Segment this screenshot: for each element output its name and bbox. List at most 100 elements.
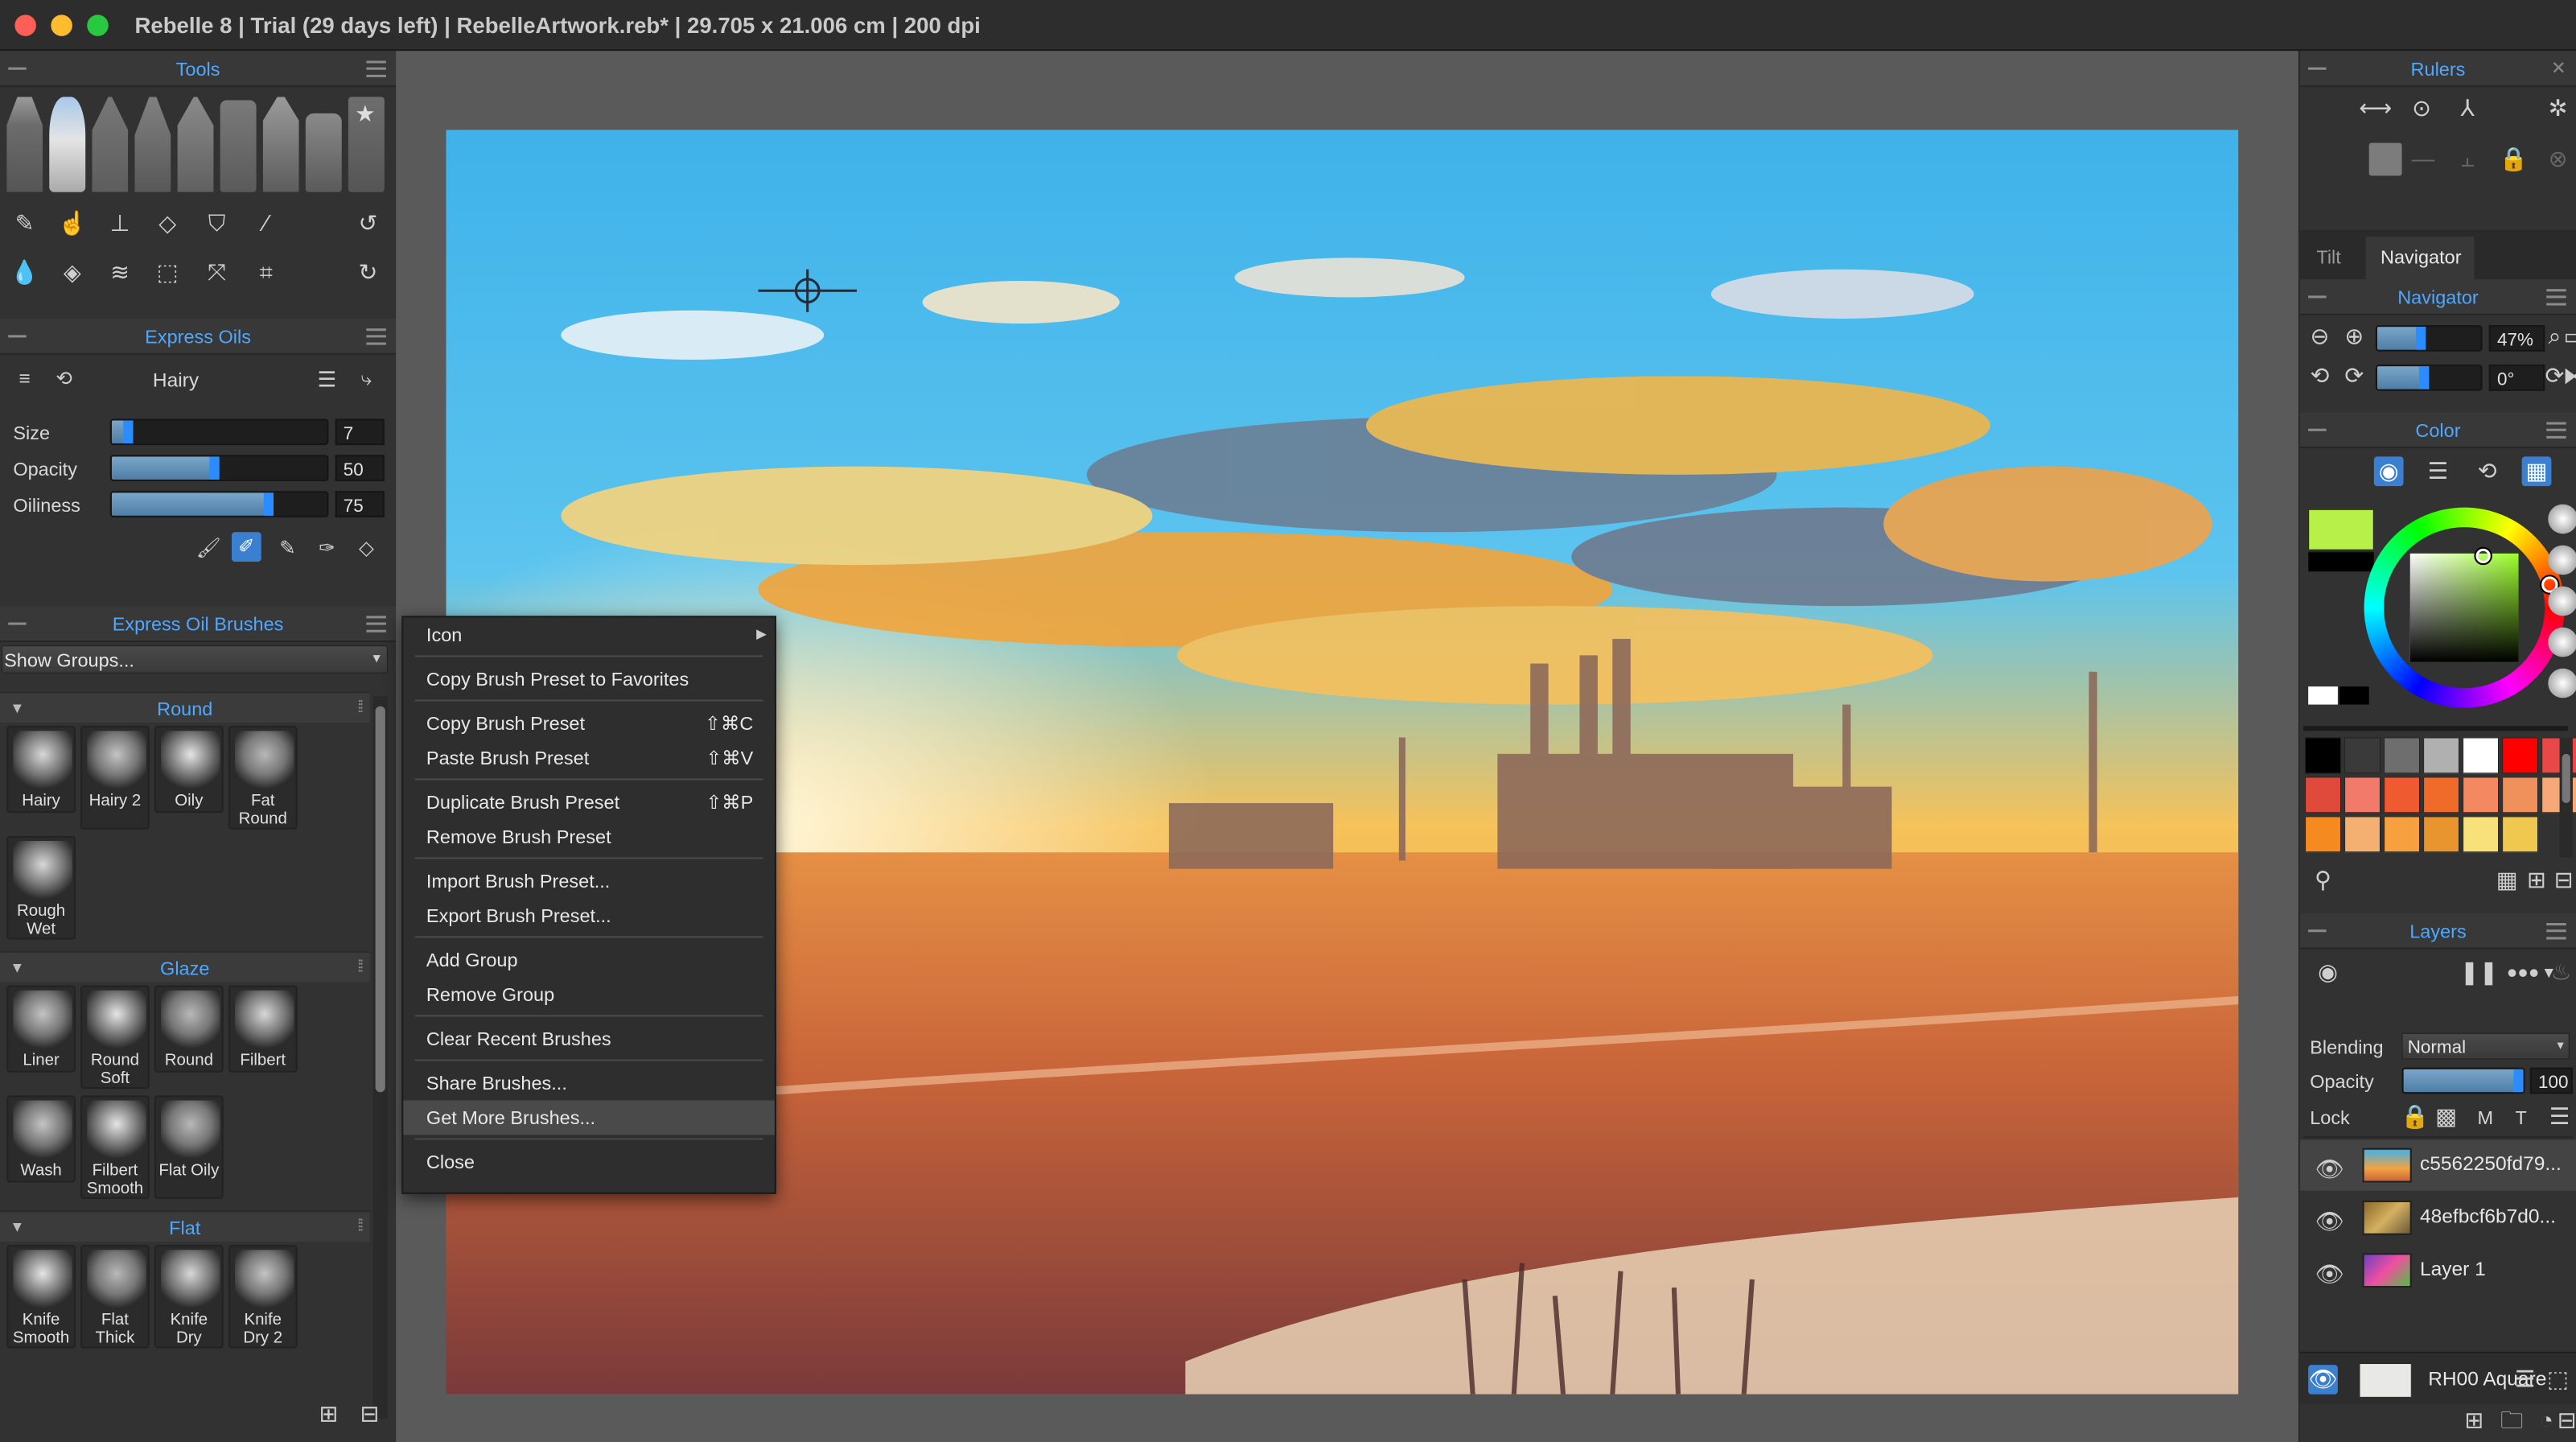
- eyedropper-icon[interactable]: ⁄: [251, 208, 281, 238]
- new-layer-icon[interactable]: ⊞: [2459, 1406, 2489, 1436]
- layer-options-icon[interactable]: ☰: [2545, 1102, 2574, 1132]
- palette-swatch[interactable]: [2423, 816, 2460, 853]
- brush-preset[interactable]: Liner: [6, 985, 76, 1073]
- layer-row[interactable]: 👁 c5562250fd79...: [2299, 1139, 2576, 1191]
- menu-item-get-more-brushes[interactable]: Get More Brushes...: [403, 1100, 775, 1135]
- menu-item-remove-group[interactable]: Remove Group: [403, 977, 775, 1011]
- palette-grid-icon[interactable]: ▦: [2492, 866, 2522, 896]
- palette-swatch[interactable]: [2463, 737, 2500, 774]
- menu-icon[interactable]: [2546, 923, 2566, 940]
- smudge-icon[interactable]: ☝: [57, 208, 87, 238]
- palette-swatch[interactable]: [2344, 737, 2381, 774]
- transform-icon[interactable]: ⤧: [202, 258, 232, 287]
- marker-tool[interactable]: [177, 97, 214, 192]
- palette-swatch[interactable]: [2384, 737, 2421, 774]
- sliders-icon[interactable]: ☰: [312, 365, 342, 394]
- layer-row[interactable]: 👁 48efbcf6b7d0...: [2300, 1193, 2576, 1243]
- palette-swatch[interactable]: [2463, 777, 2500, 814]
- lock-transparency-icon[interactable]: ▩: [2431, 1102, 2461, 1132]
- fill-bucket-icon[interactable]: ⛉: [202, 208, 232, 238]
- menu-item-remove-brush-preset[interactable]: Remove Brush Preset: [403, 819, 775, 854]
- color-picker-handle[interactable]: [2474, 546, 2492, 566]
- eye-icon[interactable]: 👁: [2315, 1155, 2344, 1184]
- palette-swatch[interactable]: [2305, 737, 2341, 774]
- drag-handle-icon[interactable]: ⁞⁞: [357, 698, 364, 716]
- mandala-icon[interactable]: ✲: [2543, 93, 2573, 123]
- scrollbar-thumb[interactable]: [375, 706, 385, 1093]
- menu-item-paste-brush-preset[interactable]: Paste Brush Preset ⇧⌘V: [403, 740, 775, 775]
- pause-drying-icon[interactable]: ❚❚: [2460, 958, 2499, 987]
- crop-icon[interactable]: ⌗: [251, 258, 281, 287]
- brush-preset[interactable]: Hairy: [6, 726, 76, 814]
- tracing-toggle[interactable]: T: [2515, 1107, 2526, 1130]
- rotation-slider-knob[interactable]: [2418, 366, 2430, 389]
- eyedropper-icon[interactable]: ⚲: [2308, 866, 2338, 896]
- palette-swatch[interactable]: [2423, 737, 2460, 774]
- blend-mode-icon[interactable]: ✐: [231, 532, 261, 562]
- menu-item-add-group[interactable]: Add Group: [403, 943, 775, 978]
- brush-preset[interactable]: Filbert: [228, 985, 298, 1073]
- drag-handle-icon[interactable]: ⁞⁞: [357, 1217, 364, 1235]
- secondary-color-swatch[interactable]: [2308, 551, 2374, 572]
- menu-item-copy-to-favorites[interactable]: Copy Brush Preset to Favorites: [403, 662, 775, 697]
- screen-icon[interactable]: ▭: [2563, 322, 2576, 352]
- palette-swatch[interactable]: [2384, 816, 2421, 853]
- brush-preset[interactable]: Fat Round: [228, 726, 298, 830]
- menu-icon[interactable]: [2546, 422, 2566, 439]
- close-icon[interactable]: ✕: [2551, 57, 2566, 79]
- brush-preset[interactable]: Hairy 2: [80, 726, 150, 830]
- perspective-icon[interactable]: ⅄: [2453, 93, 2483, 123]
- oiliness-slider-knob[interactable]: [263, 492, 274, 516]
- brush-group-header[interactable]: ▼ Glaze ⁞⁞: [0, 950, 370, 983]
- brush-preset[interactable]: Flat Oily: [154, 1095, 224, 1199]
- reset-preset-icon[interactable]: ⟲: [49, 365, 79, 394]
- palette-scrollbar[interactable]: [2559, 737, 2573, 858]
- ruler-reset-icon[interactable]: ⊗: [2543, 145, 2573, 175]
- zoom-window-button[interactable]: [87, 14, 109, 36]
- blow-icon[interactable]: ◈: [57, 258, 87, 287]
- menu-icon[interactable]: [366, 328, 386, 345]
- zoom-out-icon[interactable]: ⊖: [2305, 322, 2335, 352]
- layer-opacity-slider[interactable]: [2401, 1067, 2525, 1094]
- mask-toggle[interactable]: M: [2477, 1107, 2493, 1130]
- wind-icon[interactable]: ≋: [105, 258, 135, 287]
- undo-icon[interactable]: ↺: [353, 208, 383, 238]
- palette-swatch[interactable]: [2305, 816, 2341, 853]
- brush-preset[interactable]: Flat Thick: [80, 1245, 150, 1349]
- line-style-icon[interactable]: —: [2409, 145, 2438, 175]
- add-color-icon[interactable]: ⊞: [2522, 866, 2552, 896]
- white-swatch[interactable]: [2308, 686, 2338, 705]
- brush-preview-5[interactable]: [2548, 668, 2576, 698]
- redo-icon[interactable]: ↻: [353, 258, 383, 287]
- menu-icon[interactable]: [366, 60, 386, 77]
- menu-item-export-brush-preset[interactable]: Export Brush Preset...: [403, 898, 775, 933]
- palette-swatch[interactable]: [2423, 777, 2460, 814]
- size-slider-knob[interactable]: [123, 420, 134, 444]
- opacity-value[interactable]: 50: [335, 455, 385, 482]
- rotate-left-icon[interactable]: ⟲: [2305, 361, 2335, 391]
- ruler-ticks-icon[interactable]: ⫠: [2453, 145, 2483, 175]
- paper-row[interactable]: 👁 RH00 Aquare ☰ ⬚: [2299, 1351, 2576, 1405]
- primary-color-swatch[interactable]: [2308, 509, 2374, 550]
- lock-icon[interactable]: 🔒: [2401, 1102, 2430, 1132]
- layer-opacity-value[interactable]: 100: [2529, 1067, 2573, 1094]
- menu-item-share-brushes[interactable]: Share Brushes...: [403, 1066, 775, 1101]
- brush-preset[interactable]: Round Soft: [80, 985, 150, 1090]
- drag-handle-icon[interactable]: ⁞⁞: [357, 958, 364, 976]
- color-palette-icon[interactable]: ▦: [2521, 456, 2552, 487]
- stamp-icon[interactable]: ⊥: [105, 208, 135, 238]
- ruler-icon[interactable]: ⟷: [2359, 93, 2392, 123]
- menu-icon[interactable]: [2546, 289, 2566, 306]
- wet-mode-icon[interactable]: ✑: [312, 534, 342, 563]
- brush-preview-1[interactable]: [2548, 504, 2576, 534]
- selection-icon[interactable]: ⬚: [153, 258, 183, 287]
- brush-group-header[interactable]: ▼ Flat ⁞⁞: [0, 1210, 370, 1242]
- wet-layer-icon[interactable]: ◉: [2313, 958, 2343, 987]
- zoom-slider[interactable]: [2375, 325, 2483, 352]
- close-window-button[interactable]: [14, 14, 36, 36]
- brush-preview-2[interactable]: [2548, 545, 2576, 575]
- size-value[interactable]: 7: [335, 418, 385, 446]
- tab-navigator[interactable]: Navigator: [2365, 236, 2475, 279]
- palette-swatch[interactable]: [2384, 777, 2421, 814]
- paper-select-icon[interactable]: ⬚: [2543, 1365, 2573, 1395]
